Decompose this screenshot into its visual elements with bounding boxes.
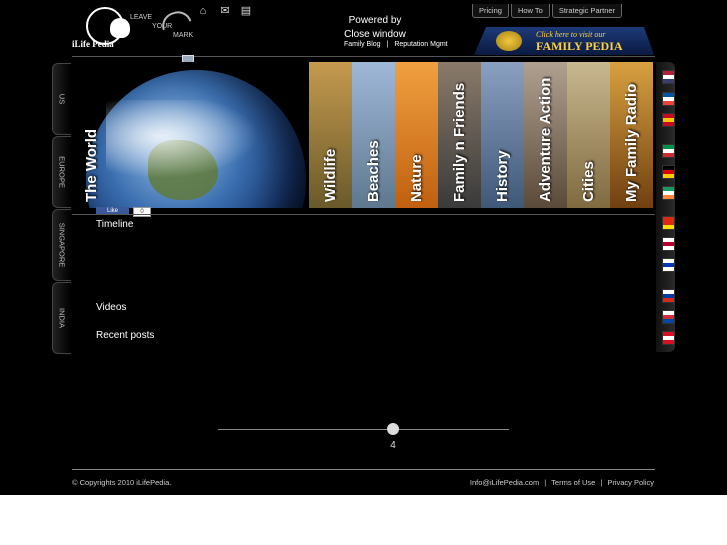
footer-divider bbox=[72, 469, 655, 470]
the-world-panel[interactable]: The World bbox=[72, 62, 308, 208]
tree-icon bbox=[110, 18, 130, 38]
home-icon[interactable]: ⌂ bbox=[197, 5, 209, 17]
tab-label: EUROPE bbox=[57, 156, 67, 188]
tab-europe[interactable]: EUROPE bbox=[52, 136, 71, 208]
russia-flag-icon[interactable] bbox=[662, 289, 675, 303]
slider-value: 4 bbox=[390, 440, 396, 451]
slider-handle[interactable] bbox=[387, 423, 399, 435]
category-strip[interactable]: My Family Radio bbox=[610, 62, 653, 208]
slider-track[interactable] bbox=[218, 429, 509, 430]
separator: | bbox=[386, 41, 389, 48]
family-group-icon bbox=[496, 31, 522, 51]
tab-label: INDIA bbox=[57, 307, 67, 329]
footer-links: Info@iLifePedia.com | Terms of Use | Privacy… bbox=[470, 478, 654, 487]
recent-posts-link[interactable]: Recent posts bbox=[96, 330, 154, 341]
note-icon[interactable]: ▤ bbox=[240, 5, 252, 17]
israel-flag-icon[interactable] bbox=[662, 258, 675, 272]
category-label: My Family Radio bbox=[622, 83, 640, 202]
email-link[interactable]: Info@iLifePedia.com bbox=[470, 478, 539, 487]
tab-singapore[interactable]: SINGAPORE bbox=[52, 209, 71, 281]
category-strip[interactable]: Beaches bbox=[352, 62, 395, 208]
france-flag-icon[interactable] bbox=[662, 92, 675, 106]
category-strip[interactable]: Family n Friends bbox=[438, 62, 481, 208]
china-flag-icon[interactable] bbox=[662, 216, 675, 230]
mail-icon[interactable]: ✉ bbox=[219, 5, 231, 17]
copyright-text: © Copyrights 2010 iLifePedia. bbox=[72, 478, 172, 487]
category-label: History bbox=[493, 150, 511, 202]
family-blog-link[interactable]: Family Blog bbox=[344, 41, 381, 48]
category-strip[interactable]: History bbox=[481, 62, 524, 208]
germany-flag-icon[interactable] bbox=[662, 165, 675, 179]
category-label: Nature bbox=[407, 154, 425, 202]
pricing-button[interactable]: Pricing bbox=[472, 4, 509, 18]
tab-us[interactable]: US bbox=[52, 63, 71, 135]
separator: | bbox=[600, 478, 603, 487]
close-window-link[interactable]: Close window bbox=[330, 28, 420, 42]
category-strip[interactable]: Wildlife bbox=[309, 62, 352, 208]
header-divider bbox=[72, 56, 655, 57]
us-flag-icon[interactable] bbox=[662, 70, 675, 84]
reputation-mgmt-link[interactable]: Reputation Mgmt bbox=[394, 41, 447, 48]
category-strip[interactable]: Nature bbox=[395, 62, 438, 208]
japan-flag-icon[interactable] bbox=[662, 237, 675, 251]
separator: | bbox=[544, 478, 547, 487]
banner-line1: Click here to visit our bbox=[536, 30, 606, 39]
cloud-shape bbox=[106, 100, 286, 190]
site-logo[interactable]: iLife Pedia LEAVE YOUR MARK bbox=[72, 4, 202, 52]
powered-by-block: Powered by Close window bbox=[330, 14, 420, 42]
tab-india[interactable]: INDIA bbox=[52, 282, 71, 354]
peru-flag-icon[interactable] bbox=[662, 331, 675, 345]
tab-label: SINGAPORE bbox=[57, 222, 67, 268]
banner-line2: FAMILY PEDIA bbox=[536, 39, 623, 53]
category-label: Beaches bbox=[364, 140, 382, 202]
category-strip[interactable]: Adventure Action bbox=[524, 62, 567, 208]
strategic-partner-button[interactable]: Strategic Partner bbox=[551, 4, 623, 18]
swoosh-graphic bbox=[158, 7, 192, 31]
korea-flag-icon[interactable] bbox=[662, 310, 675, 324]
category-label: Family n Friends bbox=[450, 82, 468, 202]
family-pedia-banner[interactable]: Click here to visit our FAMILY PEDIA bbox=[474, 27, 654, 55]
category-strip[interactable]: Cities bbox=[567, 62, 610, 208]
category-label: Cities bbox=[579, 161, 597, 202]
category-label: Adventure Action bbox=[536, 77, 554, 202]
the-world-label: The World bbox=[83, 128, 100, 202]
tagline-word: LEAVE bbox=[130, 14, 153, 21]
italy-flag-icon[interactable] bbox=[662, 144, 675, 158]
spain-flag-icon[interactable] bbox=[662, 113, 675, 127]
terms-of-use-link[interactable]: Terms of Use bbox=[551, 478, 595, 487]
page: iLife Pedia LEAVE YOUR MARK ⌂ ✉ ▤ Powere… bbox=[0, 0, 727, 495]
logo-brand-text: iLife Pedia bbox=[72, 39, 114, 49]
tab-label: US bbox=[57, 93, 67, 105]
privacy-policy-link[interactable]: Privacy Policy bbox=[607, 478, 654, 487]
videos-link[interactable]: Videos bbox=[96, 302, 126, 313]
how-to-button[interactable]: How To bbox=[510, 4, 550, 18]
category-label: Wildlife bbox=[321, 148, 339, 202]
content-divider bbox=[72, 214, 655, 215]
top-nav: Pricing How To Strategic Partner bbox=[472, 0, 624, 18]
tagline-word: MARK bbox=[173, 32, 194, 39]
like-count: 0 bbox=[133, 207, 151, 217]
ireland-flag-icon[interactable] bbox=[662, 186, 675, 200]
timeline-link[interactable]: Timeline bbox=[96, 219, 133, 230]
earth-globe-image bbox=[86, 70, 306, 208]
subnav: Family Blog | Reputation Mgmt bbox=[344, 41, 448, 48]
powered-by-text: Powered by bbox=[348, 15, 402, 26]
